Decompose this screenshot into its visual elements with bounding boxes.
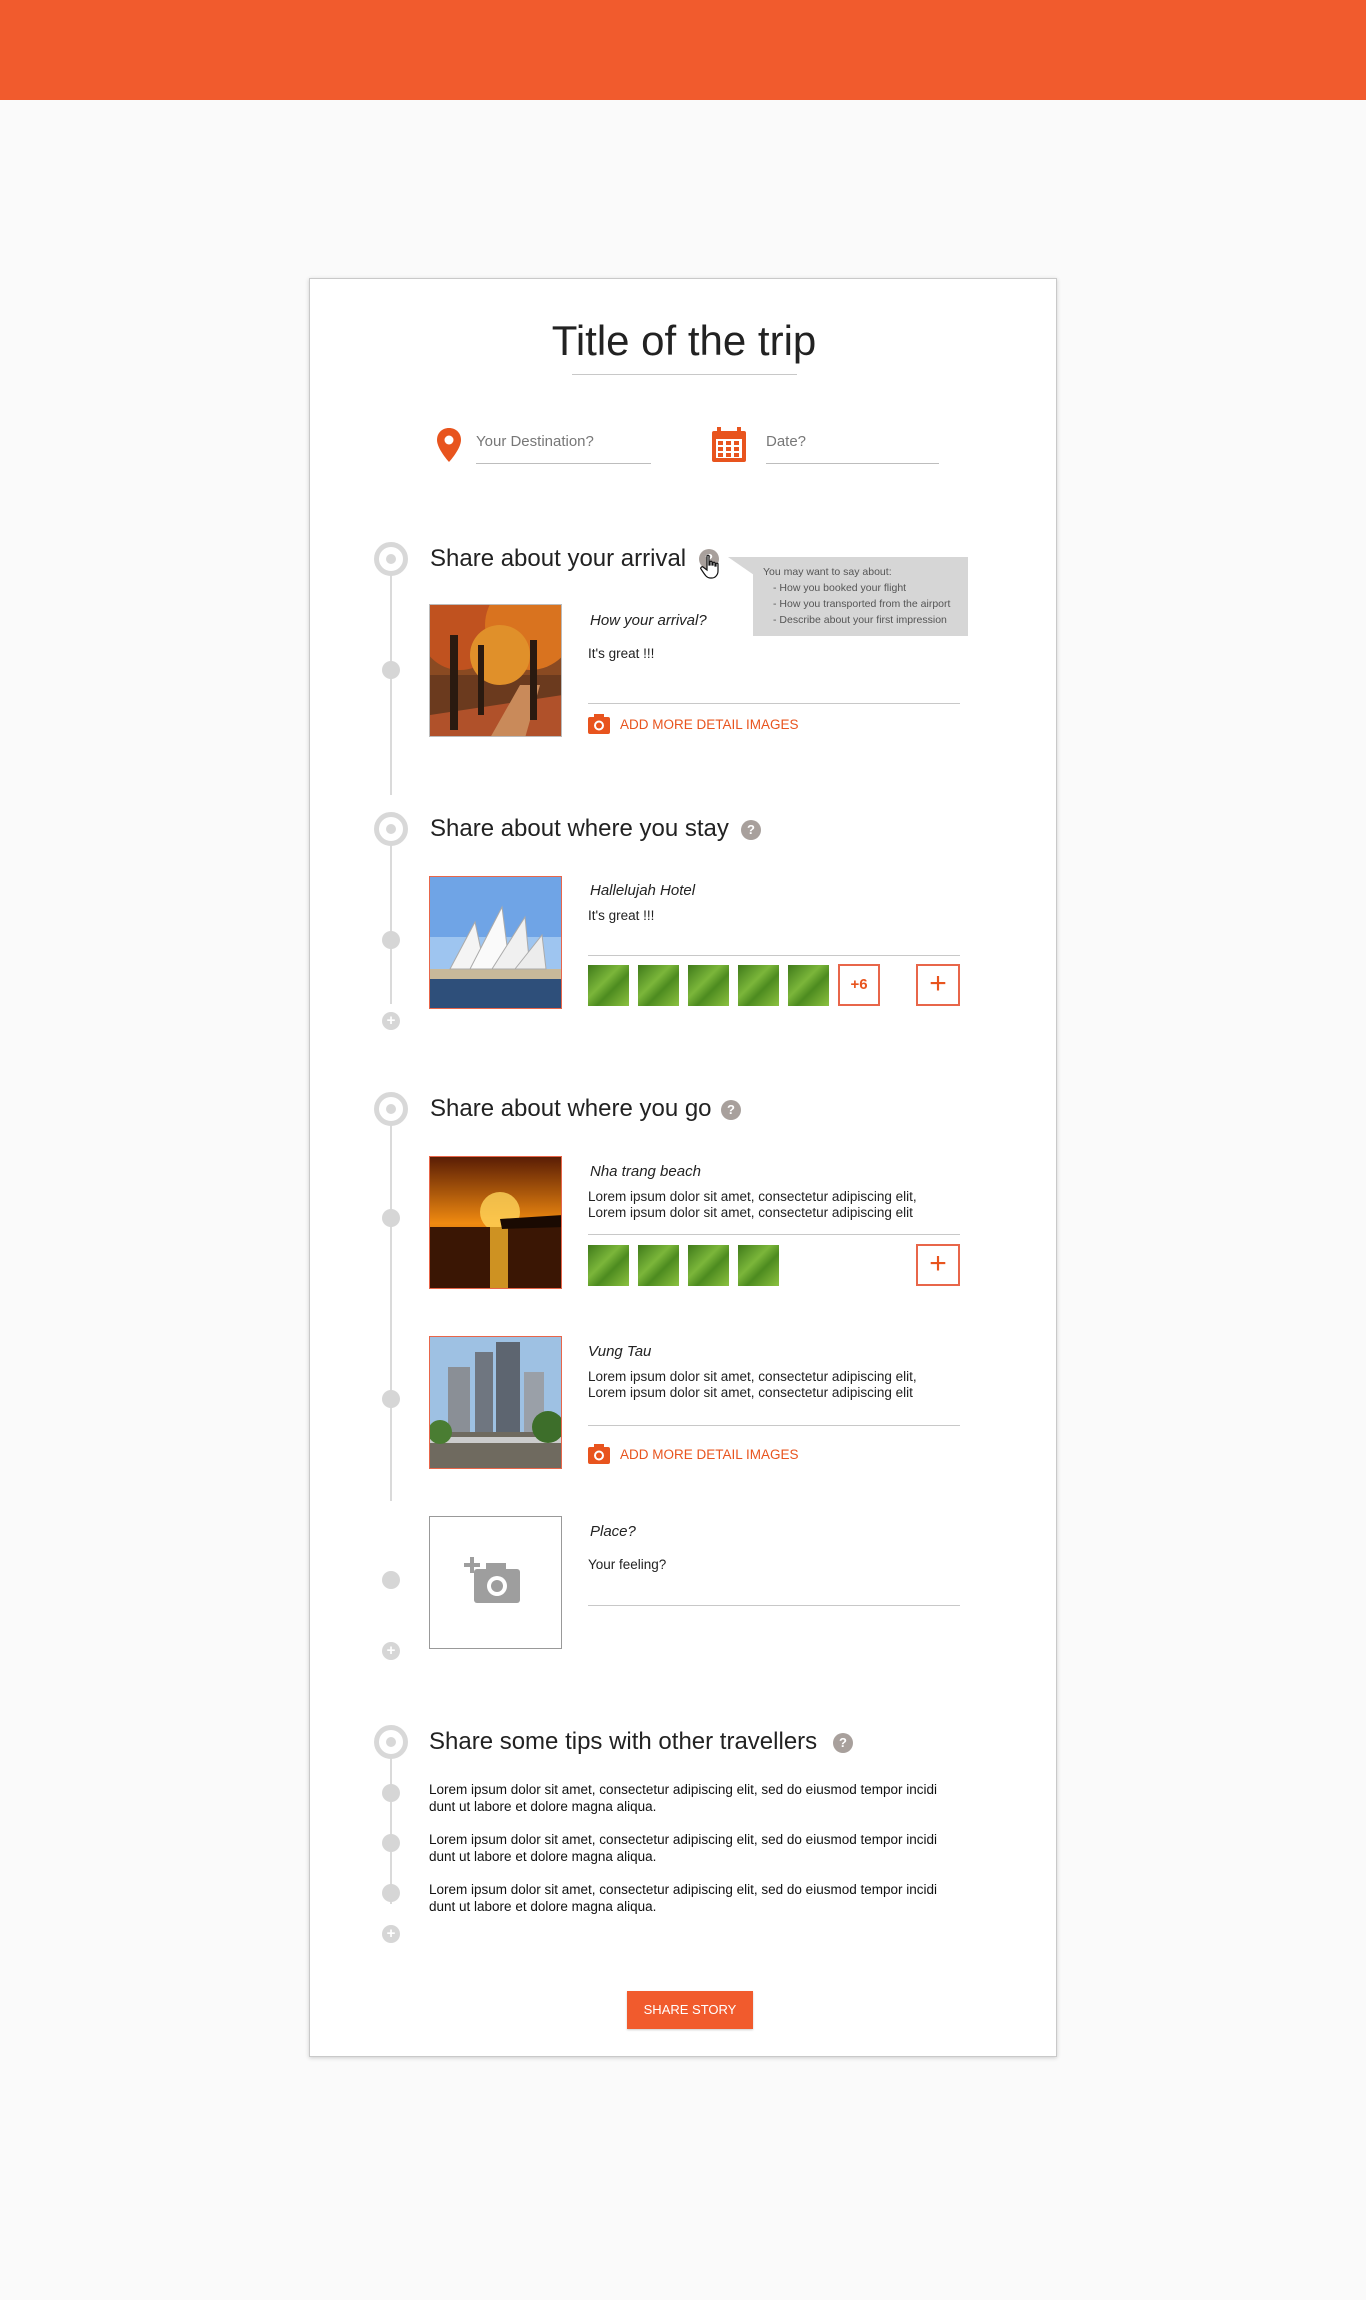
entry-text[interactable]: It's great !!! <box>588 908 654 924</box>
detail-thumbnail[interactable] <box>638 1245 679 1286</box>
camera-icon <box>588 714 610 734</box>
entry-text[interactable]: Your feeling? <box>588 1557 666 1573</box>
entry-title[interactable]: Place? <box>590 1523 636 1540</box>
entry-title[interactable]: How your arrival? <box>590 612 707 629</box>
destination-input[interactable]: Your Destination? <box>476 433 594 450</box>
detail-thumbnail[interactable] <box>788 965 829 1006</box>
tip-item[interactable]: Lorem ipsum dolor sit amet, consectetur … <box>429 1831 964 1865</box>
timeline-section-marker <box>374 542 408 576</box>
help-icon[interactable]: ? <box>721 1100 741 1120</box>
timeline-section-marker <box>374 1092 408 1126</box>
tip-item[interactable]: Lorem ipsum dolor sit amet, consectetur … <box>429 1881 964 1915</box>
calendar-icon <box>710 426 748 464</box>
add-detail-images-label: ADD MORE DETAIL IMAGES <box>620 1446 799 1462</box>
timeline-line <box>390 1754 392 1904</box>
add-image-button[interactable]: + <box>916 1244 960 1286</box>
place-photo[interactable] <box>429 1336 562 1469</box>
entry-text[interactable]: Lorem ipsum dolor sit amet, consectetur … <box>588 1369 917 1385</box>
detail-thumbnail[interactable] <box>688 965 729 1006</box>
stay-photo[interactable] <box>429 876 562 1009</box>
timeline-dot <box>382 661 400 679</box>
add-photo-placeholder[interactable] <box>429 1516 562 1649</box>
story-card: Title of the trip Your Destination? Date… <box>309 278 1057 2057</box>
section-title-tips: Share some tips with other travellers <box>429 1728 818 1755</box>
timeline-dot <box>382 1390 400 1408</box>
detail-thumbnail[interactable] <box>688 1245 729 1286</box>
entry-divider <box>588 1234 960 1235</box>
tooltip-arrow <box>728 557 754 575</box>
camera-icon <box>588 1444 610 1464</box>
tip-line: dunt ut labore et dolore magna aliqua. <box>429 1899 657 1914</box>
date-underline <box>766 463 939 464</box>
timeline-section-marker <box>374 1725 408 1759</box>
arrival-photo[interactable] <box>429 604 562 737</box>
timeline-dot <box>382 931 400 949</box>
destination-underline <box>476 463 651 464</box>
detail-thumbnail[interactable] <box>588 965 629 1006</box>
detail-thumbnail[interactable] <box>738 1245 779 1286</box>
entry-title[interactable]: Vung Tau <box>588 1343 651 1360</box>
add-entry-button[interactable]: + <box>382 1642 400 1660</box>
entry-text[interactable]: Lorem ipsum dolor sit amet, consectetur … <box>588 1189 917 1205</box>
tip-line: dunt ut labore et dolore magna aliqua. <box>429 1799 657 1814</box>
timeline-section-marker <box>374 812 408 846</box>
entry-text[interactable]: Lorem ipsum dolor sit amet, consectetur … <box>588 1385 913 1401</box>
section-title-stay: Share about where you stay <box>430 815 729 842</box>
entry-title[interactable]: Nha trang beach <box>590 1163 701 1180</box>
add-image-button[interactable]: + <box>916 964 960 1006</box>
trip-title[interactable]: Title of the trip <box>310 317 1058 365</box>
date-input[interactable]: Date? <box>766 433 806 450</box>
timeline-dot <box>382 1784 400 1802</box>
entry-divider <box>588 1425 960 1426</box>
entry-divider <box>588 955 960 956</box>
add-detail-images-button[interactable]: ADD MORE DETAIL IMAGES <box>588 1444 799 1464</box>
timeline-dot <box>382 1571 400 1589</box>
tip-line: dunt ut labore et dolore magna aliqua. <box>429 1849 657 1864</box>
top-bar <box>0 0 1366 100</box>
entry-divider <box>588 1605 960 1606</box>
place-photo[interactable] <box>429 1156 562 1289</box>
tip-line: Lorem ipsum dolor sit amet, consectetur … <box>429 1882 937 1897</box>
help-icon[interactable]: ? <box>833 1733 853 1753</box>
entry-title[interactable]: Hallelujah Hotel <box>590 882 695 899</box>
timeline-line <box>390 571 392 795</box>
location-pin-icon <box>436 427 462 463</box>
help-tooltip: You may want to say about: - How you boo… <box>753 557 968 636</box>
add-entry-button[interactable]: + <box>382 1012 400 1030</box>
more-images-button[interactable]: +6 <box>838 964 880 1006</box>
timeline-dot <box>382 1834 400 1852</box>
detail-thumbnail[interactable] <box>588 1245 629 1286</box>
section-title-arrival: Share about your arrival <box>430 545 687 572</box>
detail-thumbnail[interactable] <box>638 965 679 1006</box>
tip-line: Lorem ipsum dolor sit amet, consectetur … <box>429 1832 937 1847</box>
tooltip-item: - Describe about your first impression <box>773 614 947 626</box>
share-story-button[interactable]: SHARE STORY <box>627 1991 753 2029</box>
add-detail-images-button[interactable]: ADD MORE DETAIL IMAGES <box>588 714 799 734</box>
title-underline <box>572 374 797 375</box>
tip-item[interactable]: Lorem ipsum dolor sit amet, consectetur … <box>429 1781 964 1815</box>
timeline-dot <box>382 1209 400 1227</box>
entry-text[interactable]: Lorem ipsum dolor sit amet, consectetur … <box>588 1205 913 1221</box>
detail-thumbnail[interactable] <box>738 965 779 1006</box>
tooltip-item: - How you booked your flight <box>773 582 907 594</box>
tip-line: Lorem ipsum dolor sit amet, consectetur … <box>429 1782 937 1797</box>
hand-cursor-icon <box>700 554 722 580</box>
tooltip-item: - How you transported from the airport <box>773 598 951 610</box>
entry-text[interactable]: It's great !!! <box>588 646 654 662</box>
timeline-line <box>390 1121 392 1501</box>
help-icon[interactable]: ? <box>741 820 761 840</box>
tooltip-heading: You may want to say about: <box>763 566 892 578</box>
add-detail-images-label: ADD MORE DETAIL IMAGES <box>620 716 799 732</box>
add-tip-button[interactable]: + <box>382 1925 400 1943</box>
entry-divider <box>588 703 960 704</box>
section-title-go: Share about where you go <box>430 1095 712 1122</box>
timeline-dot <box>382 1884 400 1902</box>
add-photo-icon <box>464 1557 520 1603</box>
timeline-line <box>390 841 392 1004</box>
